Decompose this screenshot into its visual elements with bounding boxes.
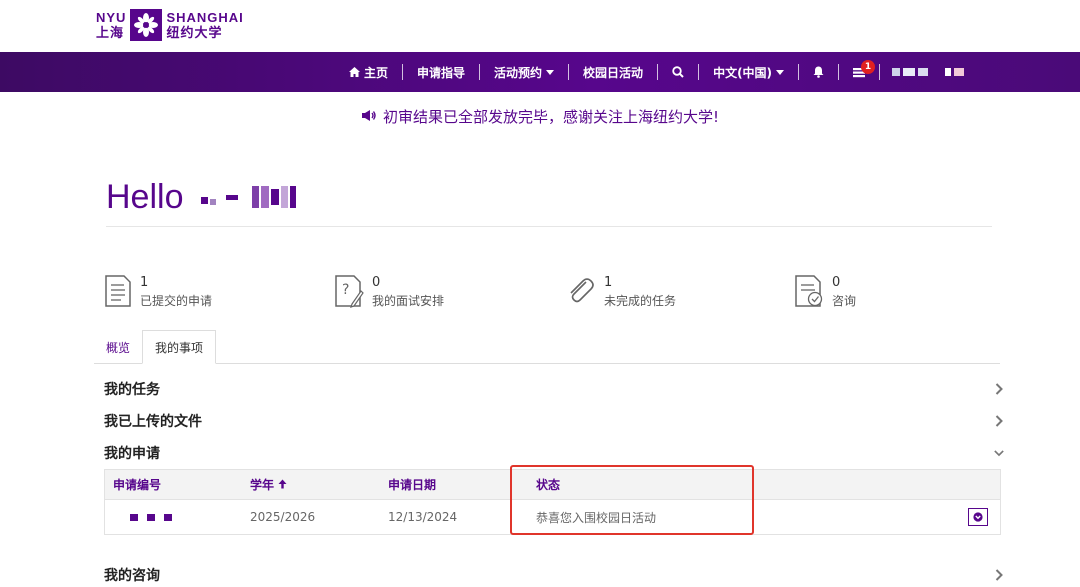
- nav-search-button[interactable]: [658, 52, 698, 92]
- logo-text-shanghai: SHANGHAI: [166, 10, 244, 25]
- column-header-application-date[interactable]: 申请日期: [380, 476, 518, 493]
- main-navigation: 主页 申请指导 活动预约 校园日活动 中文(中国) 1: [0, 52, 1080, 92]
- section-title: 我已上传的文件: [104, 414, 202, 430]
- nav-notifications-button[interactable]: [799, 52, 838, 92]
- user-account-menu[interactable]: [892, 68, 965, 76]
- stat-label: 我的面试安排: [372, 294, 445, 308]
- cell-application-date: 12/13/2024: [388, 510, 458, 524]
- content-tabs: 概览 我的事项: [94, 330, 217, 364]
- section-title: 我的任务: [104, 382, 160, 398]
- chevron-right-icon: [994, 383, 1004, 395]
- greeting-divider: [106, 226, 992, 227]
- section-uploaded-files[interactable]: 我已上传的文件: [104, 409, 1004, 433]
- redacted-username: [201, 186, 297, 208]
- greeting-text: Hello: [106, 177, 184, 216]
- nyu-shanghai-logo[interactable]: NYU 上海 SHANGHAI 纽约大学: [96, 8, 244, 42]
- logo-text-nyu: NYU: [96, 10, 127, 25]
- nav-guide[interactable]: 申请指导: [403, 52, 479, 92]
- stat-submitted-applications[interactable]: 1 已提交的申请: [104, 274, 212, 312]
- expand-row-button[interactable]: [968, 508, 988, 526]
- cell-academic-year: 2025/2026: [250, 510, 316, 524]
- stat-label: 已提交的申请: [140, 294, 213, 308]
- column-header-status[interactable]: 状态: [518, 476, 868, 493]
- applications-table: 申请编号 学年 申请日期 状态 2025/2026 12/13/2024 恭喜您…: [104, 469, 1001, 535]
- chevron-right-icon: [994, 569, 1004, 581]
- nav-inbox-button[interactable]: 1: [839, 52, 879, 92]
- caret-down-icon: [776, 69, 785, 75]
- stat-inquiries[interactable]: 0 咨询: [794, 274, 856, 312]
- notification-badge: 1: [861, 59, 876, 74]
- caret-down-icon: [546, 69, 555, 75]
- stat-label: 未完成的任务: [604, 294, 677, 308]
- chevron-down-icon: [994, 448, 1004, 458]
- nav-home-label: 主页: [364, 65, 389, 80]
- sort-ascending-icon: [278, 478, 287, 492]
- table-header: 申请编号 学年 申请日期 状态: [105, 470, 1000, 500]
- section-my-tasks[interactable]: 我的任务: [104, 377, 1004, 401]
- nav-language-dropdown[interactable]: 中文(中国): [699, 52, 798, 92]
- question-document-icon: ?: [334, 274, 364, 312]
- nav-language-label: 中文(中国): [713, 65, 773, 80]
- tab-my-items[interactable]: 我的事项: [142, 330, 217, 364]
- torch-logo-icon: [130, 9, 163, 41]
- stat-value: 1: [604, 275, 613, 290]
- stat-incomplete-tasks[interactable]: 1 未完成的任务: [564, 274, 676, 310]
- search-icon: [672, 66, 684, 78]
- cell-application-id: [105, 513, 242, 521]
- column-header-application-id[interactable]: 申请编号: [105, 476, 242, 493]
- stat-value: 1: [140, 275, 149, 290]
- stack-icon: 1: [853, 59, 876, 78]
- column-header-label: 学年: [250, 478, 275, 492]
- table-row: 2025/2026 12/13/2024 恭喜您入围校园日活动: [105, 500, 1000, 534]
- nav-booking-label: 活动预约: [494, 65, 543, 80]
- announcement-text: 初审结果已全部发放完毕，感谢关注上海纽约大学!: [382, 108, 719, 126]
- cell-status: 恭喜您入围校园日活动: [536, 510, 657, 525]
- nav-campus-day[interactable]: 校园日活动: [569, 52, 657, 92]
- nav-guide-label: 申请指导: [417, 65, 466, 80]
- greeting: Hello: [106, 176, 297, 218]
- section-my-inquiries[interactable]: 我的咨询: [104, 563, 1004, 587]
- section-my-applications[interactable]: 我的申请: [104, 441, 1004, 465]
- section-title: 我的咨询: [104, 568, 160, 584]
- stat-value: 0: [372, 275, 381, 290]
- svg-text:?: ?: [342, 282, 349, 298]
- home-icon: [349, 67, 360, 77]
- logo-text-nyu-cn: 纽约大学: [166, 25, 223, 40]
- logo-text-shanghai-cn: 上海: [96, 25, 125, 40]
- stats-summary: 1 已提交的申请 ? 0 我的面试安排 1 未完成的任务 0 咨询: [104, 274, 1004, 314]
- column-header-academic-year[interactable]: 学年: [242, 476, 380, 493]
- document-icon: [104, 274, 132, 312]
- megaphone-icon: [361, 108, 377, 126]
- stat-label: 咨询: [832, 294, 857, 308]
- chevron-right-icon: [994, 415, 1004, 427]
- tab-overview[interactable]: 概览: [94, 330, 142, 364]
- redacted-application-id: [105, 513, 242, 521]
- nav-home[interactable]: 主页: [335, 52, 402, 92]
- bell-icon: [813, 66, 824, 78]
- nav-divider: [879, 64, 881, 80]
- nav-booking-dropdown[interactable]: 活动预约: [480, 52, 568, 92]
- header-bar: NYU 上海 SHANGHAI 纽约大学: [0, 0, 1080, 52]
- section-title: 我的申请: [104, 446, 160, 462]
- document-check-icon: [794, 274, 824, 312]
- stat-value: 0: [832, 275, 841, 290]
- announcement-banner: 初审结果已全部发放完毕，感谢关注上海纽约大学!: [0, 106, 1080, 127]
- stat-interview-schedule[interactable]: ? 0 我的面试安排: [334, 274, 444, 312]
- tabs-divider: [94, 363, 1000, 364]
- nav-campus-day-label: 校园日活动: [583, 65, 644, 80]
- paperclip-icon: [564, 274, 596, 310]
